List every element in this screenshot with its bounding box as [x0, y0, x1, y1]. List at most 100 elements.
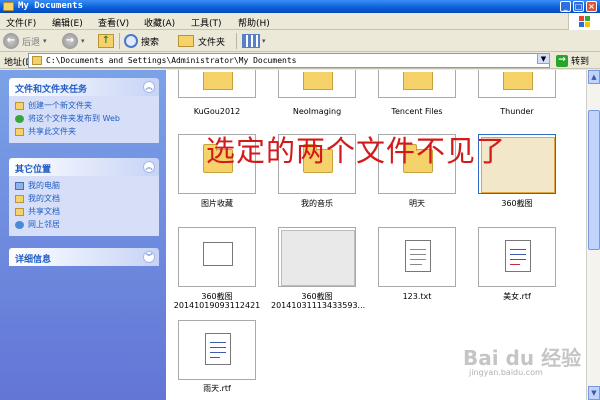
- address-path: C:\Documents and Settings\Administrator\…: [46, 56, 297, 65]
- places-panel-header[interactable]: 其它位置 ︽: [9, 158, 159, 176]
- item-label: NeoImaging: [292, 107, 342, 116]
- rtf-file-icon: [505, 240, 531, 272]
- folder-icon: [203, 72, 233, 90]
- folder-icon: [403, 72, 433, 90]
- views-button[interactable]: ▾: [242, 32, 266, 50]
- item-label: 我的音乐: [301, 199, 333, 208]
- views-icon: [242, 34, 260, 48]
- network-icon: [15, 221, 24, 229]
- image-file-icon: [203, 242, 233, 266]
- globe-icon: [15, 115, 24, 123]
- close-button[interactable]: ×: [586, 1, 597, 12]
- folder-item[interactable]: [178, 70, 256, 98]
- chevron-down-icon: ▾: [81, 37, 85, 45]
- item-label: 360截图 20141019093112421: [173, 292, 261, 310]
- screenshot-thumbnail-icon: [281, 230, 355, 286]
- folder-item[interactable]: [478, 70, 556, 98]
- share-folder-icon: [15, 128, 24, 136]
- chevron-down-icon: ▾: [262, 37, 266, 45]
- scroll-thumb[interactable]: [588, 110, 600, 250]
- item-label: 图片收藏: [201, 199, 233, 208]
- up-folder-button[interactable]: ↑: [98, 32, 114, 50]
- menu-view[interactable]: 查看(V): [98, 16, 129, 29]
- go-arrow-icon: →: [556, 54, 568, 67]
- details-panel: 详细信息 ︾: [9, 248, 159, 266]
- task-publish-web[interactable]: 将这个文件夹发布到 Web: [15, 113, 153, 126]
- search-button[interactable]: 搜索: [124, 32, 159, 50]
- folder-icon: [303, 72, 333, 90]
- file-item[interactable]: [478, 227, 556, 287]
- window-title: My Documents: [18, 1, 84, 11]
- item-label: Thunder: [500, 107, 534, 116]
- menu-file[interactable]: 文件(F): [6, 16, 36, 29]
- item-label: 360截图: [501, 199, 533, 208]
- item-label: KuGou2012: [193, 107, 241, 116]
- file-item[interactable]: [178, 227, 256, 287]
- back-button[interactable]: ← 后退 ▾: [3, 32, 47, 50]
- place-my-documents[interactable]: 我的文档: [15, 193, 153, 206]
- address-dropdown-button[interactable]: ▼: [537, 53, 550, 64]
- watermark-brand: Bai du 经验: [463, 346, 582, 370]
- text-file-icon: [405, 240, 431, 272]
- expand-icon[interactable]: ︾: [143, 251, 155, 263]
- toolbar-divider: [236, 33, 237, 49]
- documents-icon: [15, 195, 24, 203]
- toolbar: ← 后退 ▾ → ▾ ↑ 搜索 文件夹 ▾: [0, 30, 600, 52]
- file-item[interactable]: [278, 227, 356, 287]
- menu-tools[interactable]: 工具(T): [191, 16, 222, 29]
- file-item[interactable]: [378, 227, 456, 287]
- menu-favorites[interactable]: 收藏(A): [144, 16, 175, 29]
- item-label: Tencent Files: [391, 107, 443, 116]
- place-network[interactable]: 网上邻居: [15, 219, 153, 232]
- folder-icon: [3, 2, 14, 11]
- title-bar: My Documents _ □ ×: [0, 0, 600, 13]
- tasks-panel-header[interactable]: 文件和文件夹任务 ︽: [9, 78, 159, 96]
- go-button[interactable]: → 转到: [556, 54, 589, 67]
- search-icon: [124, 34, 138, 48]
- toolbar-divider: [119, 33, 120, 49]
- folders-button[interactable]: 文件夹: [178, 32, 225, 50]
- item-label: 123.txt: [402, 292, 432, 301]
- vertical-scrollbar[interactable]: ▲ ▼: [586, 70, 600, 400]
- item-label: 360截图 20141031113433593...: [271, 292, 366, 310]
- forward-arrow-icon: →: [62, 33, 78, 49]
- task-pane: 文件和文件夹任务 ︽ 创建一个新文件夹 将这个文件夹发布到 Web 共享此文件夹…: [0, 70, 166, 400]
- menu-bar: 文件(F) 编辑(E) 查看(V) 收藏(A) 工具(T) 帮助(H): [0, 13, 600, 30]
- shared-documents-icon: [15, 208, 24, 216]
- details-panel-header[interactable]: 详细信息 ︾: [9, 248, 159, 266]
- chevron-down-icon: ▾: [43, 37, 47, 45]
- tasks-panel: 文件和文件夹任务 ︽ 创建一个新文件夹 将这个文件夹发布到 Web 共享此文件夹: [9, 78, 159, 143]
- address-bar: 地址(D) C:\Documents and Settings\Administ…: [0, 52, 600, 69]
- item-label: 雨天.rtf: [203, 384, 231, 393]
- rtf-file-icon: [205, 333, 231, 365]
- annotation-text: 选定的两个文件不见了: [206, 134, 507, 168]
- windows-logo-icon: [568, 13, 600, 30]
- menu-help[interactable]: 帮助(H): [238, 16, 270, 29]
- minimize-button[interactable]: _: [560, 1, 571, 12]
- scroll-down-button[interactable]: ▼: [588, 386, 600, 400]
- address-input[interactable]: C:\Documents and Settings\Administrator\…: [28, 53, 550, 68]
- new-folder-icon: [15, 102, 24, 110]
- scroll-up-button[interactable]: ▲: [588, 70, 600, 84]
- up-folder-icon: ↑: [98, 34, 114, 48]
- watermark-url: jingyan.baidu.com: [469, 368, 543, 377]
- forward-button[interactable]: → ▾: [62, 32, 85, 50]
- baidu-watermark: Bai du 经验 jingyan.baidu.com: [463, 342, 583, 382]
- computer-icon: [15, 182, 24, 190]
- place-shared-documents[interactable]: 共享文档: [15, 206, 153, 219]
- menu-edit[interactable]: 编辑(E): [52, 16, 83, 29]
- collapse-icon[interactable]: ︽: [143, 81, 155, 93]
- folders-icon: [178, 35, 194, 47]
- file-item[interactable]: [178, 320, 256, 380]
- places-panel: 其它位置 ︽ 我的电脑 我的文档 共享文档 网上邻居: [9, 158, 159, 236]
- folder-item[interactable]: [378, 70, 456, 98]
- maximize-button[interactable]: □: [573, 1, 584, 12]
- item-label: 美女.rtf: [503, 292, 531, 301]
- task-share-folder[interactable]: 共享此文件夹: [15, 126, 153, 139]
- folder-item[interactable]: [278, 70, 356, 98]
- place-my-computer[interactable]: 我的电脑: [15, 180, 153, 193]
- back-arrow-icon: ←: [3, 33, 19, 49]
- collapse-icon[interactable]: ︽: [143, 161, 155, 173]
- item-label: 明天: [409, 199, 425, 208]
- task-new-folder[interactable]: 创建一个新文件夹: [15, 100, 153, 113]
